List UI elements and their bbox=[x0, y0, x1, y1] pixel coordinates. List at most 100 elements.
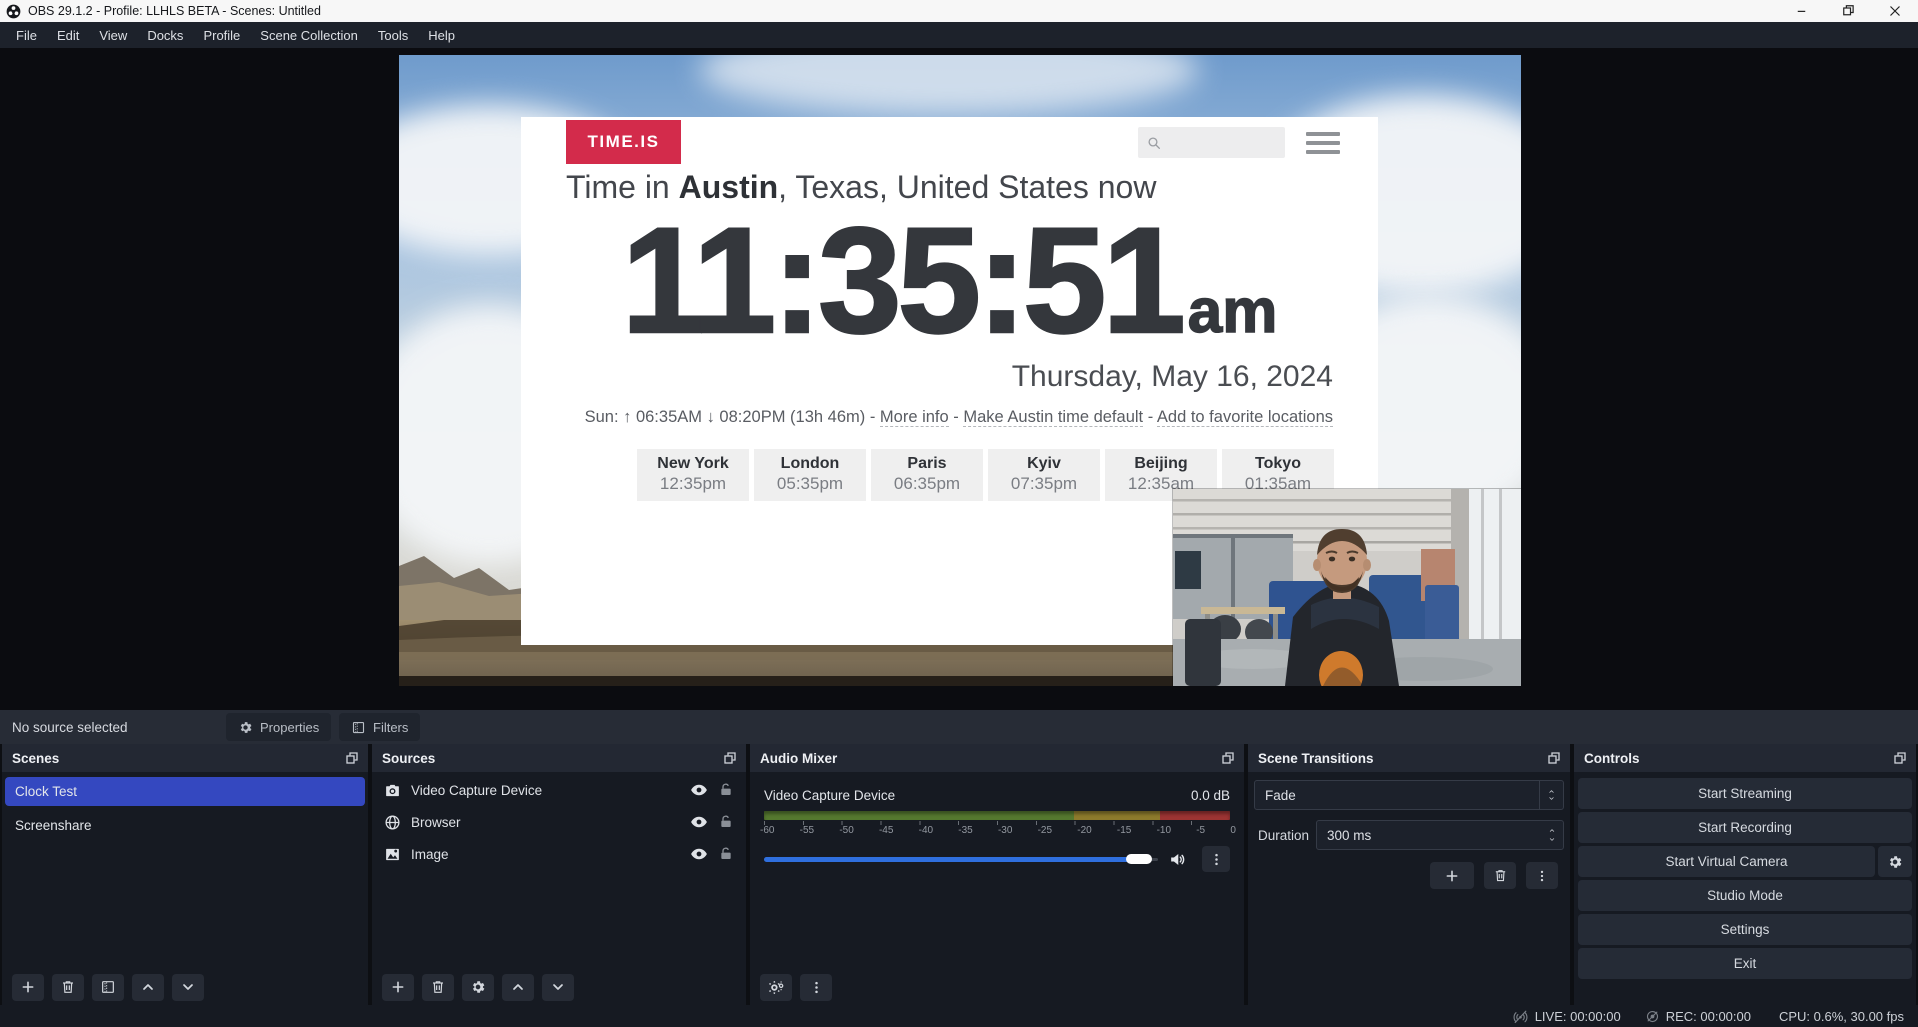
audio-mixer-header: Audio Mixer bbox=[750, 744, 1244, 772]
menu-profile[interactable]: Profile bbox=[193, 24, 250, 47]
popout-icon[interactable] bbox=[1546, 750, 1562, 766]
move-source-down-button[interactable] bbox=[542, 974, 574, 1001]
add-scene-button[interactable] bbox=[12, 974, 44, 1001]
current-date: Thursday, May 16, 2024 bbox=[1012, 360, 1333, 394]
program-canvas[interactable]: TIME.IS Time in Austin, Texas, United St… bbox=[399, 55, 1521, 686]
trash-icon bbox=[60, 979, 76, 995]
more-info-link: More info bbox=[880, 408, 949, 427]
popout-icon[interactable] bbox=[722, 750, 738, 766]
restore-button[interactable] bbox=[1826, 0, 1872, 22]
move-source-up-button[interactable] bbox=[502, 974, 534, 1001]
visibility-eye-icon[interactable] bbox=[690, 845, 708, 863]
menu-docks[interactable]: Docks bbox=[137, 24, 193, 47]
spin-down-icon[interactable] bbox=[1547, 836, 1557, 843]
controls-panel: Controls Start Streaming Start Recording… bbox=[1574, 744, 1916, 1005]
source-item-video-capture[interactable]: Video Capture Device bbox=[374, 776, 744, 804]
mixer-menu-button[interactable] bbox=[800, 974, 832, 1001]
move-scene-down-button[interactable] bbox=[172, 974, 204, 1001]
spin-up-icon[interactable] bbox=[1547, 827, 1557, 834]
audio-mixer-body: Video Capture Device 0.0 dB -60-55-50-45… bbox=[750, 772, 1244, 969]
close-icon bbox=[1886, 2, 1904, 20]
remove-transition-button[interactable] bbox=[1484, 862, 1516, 889]
popout-icon[interactable] bbox=[1892, 750, 1908, 766]
lock-icon[interactable] bbox=[718, 814, 734, 830]
transition-select[interactable]: Fade bbox=[1254, 780, 1564, 810]
start-virtual-camera-button[interactable]: Start Virtual Camera bbox=[1578, 846, 1875, 877]
popout-icon[interactable] bbox=[1220, 750, 1236, 766]
lock-icon[interactable] bbox=[718, 846, 734, 862]
channel-menu-button[interactable] bbox=[1202, 846, 1230, 872]
gear-icon bbox=[238, 720, 253, 735]
plus-icon bbox=[20, 979, 36, 995]
dock-area: Scenes Clock Test Screenshare Sources bbox=[0, 744, 1918, 1005]
add-source-button[interactable] bbox=[382, 974, 414, 1001]
volume-slider-handle[interactable] bbox=[1126, 854, 1152, 864]
globe-icon bbox=[384, 814, 401, 831]
speaker-icon[interactable] bbox=[1168, 850, 1187, 869]
duration-label: Duration bbox=[1254, 828, 1316, 843]
source-properties-button[interactable] bbox=[462, 974, 494, 1001]
studio-mode-button[interactable]: Studio Mode bbox=[1578, 880, 1912, 911]
visibility-eye-icon[interactable] bbox=[690, 813, 708, 831]
timeis-search-box bbox=[1138, 127, 1285, 158]
menu-view[interactable]: View bbox=[89, 24, 137, 47]
transition-menu-button[interactable] bbox=[1526, 862, 1558, 889]
plus-icon bbox=[390, 979, 406, 995]
title-bar[interactable]: OBS 29.1.2 - Profile: LLHLS BETA - Scene… bbox=[0, 0, 1918, 22]
settings-button[interactable]: Settings bbox=[1578, 914, 1912, 945]
start-streaming-button[interactable]: Start Streaming bbox=[1578, 778, 1912, 809]
chevron-down-icon bbox=[180, 979, 196, 995]
filter-icon bbox=[351, 720, 366, 735]
properties-button[interactable]: Properties bbox=[226, 713, 331, 741]
window-title: OBS 29.1.2 - Profile: LLHLS BETA - Scene… bbox=[28, 4, 321, 18]
sources-list: Video Capture Device Browser Image bbox=[372, 772, 746, 969]
remove-scene-button[interactable] bbox=[52, 974, 84, 1001]
close-button[interactable] bbox=[1872, 0, 1918, 22]
chevron-down-icon bbox=[550, 979, 566, 995]
visibility-eye-icon[interactable] bbox=[690, 781, 708, 799]
controls-header: Controls bbox=[1574, 744, 1916, 772]
menu-bar: File Edit View Docks Profile Scene Colle… bbox=[0, 22, 1918, 48]
controls-body: Start Streaming Start Recording Start Vi… bbox=[1574, 772, 1916, 1005]
duration-spinbox[interactable]: 300 ms bbox=[1316, 820, 1564, 850]
move-scene-up-button[interactable] bbox=[132, 974, 164, 1001]
lock-icon[interactable] bbox=[718, 782, 734, 798]
minimize-icon bbox=[1794, 2, 1812, 20]
status-bar: LIVE: 00:00:00 REC: 00:00:00 CPU: 0.6%, … bbox=[0, 1005, 1918, 1027]
obs-logo-icon bbox=[6, 4, 21, 19]
obs-window: OBS 29.1.2 - Profile: LLHLS BETA - Scene… bbox=[0, 0, 1918, 1027]
scene-filters-button[interactable] bbox=[92, 974, 124, 1001]
vu-meter bbox=[764, 811, 1230, 820]
scenes-toolbar bbox=[2, 969, 368, 1005]
sources-header: Sources bbox=[372, 744, 746, 772]
scene-item-screenshare[interactable]: Screenshare bbox=[5, 811, 365, 840]
menu-edit[interactable]: Edit bbox=[47, 24, 89, 47]
trash-icon bbox=[1493, 868, 1508, 883]
popout-icon[interactable] bbox=[344, 750, 360, 766]
source-item-browser[interactable]: Browser bbox=[374, 808, 744, 836]
kebab-menu-icon bbox=[1209, 852, 1224, 867]
menu-tools[interactable]: Tools bbox=[368, 24, 418, 47]
menu-file[interactable]: File bbox=[6, 24, 47, 47]
start-recording-button[interactable]: Start Recording bbox=[1578, 812, 1912, 843]
volume-slider[interactable] bbox=[764, 853, 1158, 865]
source-item-image[interactable]: Image bbox=[374, 840, 744, 868]
audio-mixer-panel: Audio Mixer Video Capture Device 0.0 dB … bbox=[750, 744, 1244, 1005]
remove-source-button[interactable] bbox=[422, 974, 454, 1001]
menu-help[interactable]: Help bbox=[418, 24, 465, 47]
filters-button[interactable]: Filters bbox=[339, 713, 420, 741]
mixer-channel-name: Video Capture Device bbox=[764, 788, 895, 803]
preview-area: TIME.IS Time in Austin, Texas, United St… bbox=[0, 48, 1918, 710]
exit-button[interactable]: Exit bbox=[1578, 948, 1912, 979]
gears-icon bbox=[768, 979, 785, 996]
advanced-audio-button[interactable] bbox=[760, 974, 792, 1001]
search-icon bbox=[1146, 135, 1162, 151]
trash-icon bbox=[430, 979, 446, 995]
city-cell: London05:35pm bbox=[754, 449, 866, 501]
minimize-button[interactable] bbox=[1780, 0, 1826, 22]
menu-scene-collection[interactable]: Scene Collection bbox=[250, 24, 368, 47]
virtual-camera-settings-button[interactable] bbox=[1878, 846, 1912, 877]
add-transition-button[interactable] bbox=[1430, 862, 1474, 889]
scene-item-clock-test[interactable]: Clock Test bbox=[5, 777, 365, 806]
gear-icon bbox=[470, 979, 486, 995]
